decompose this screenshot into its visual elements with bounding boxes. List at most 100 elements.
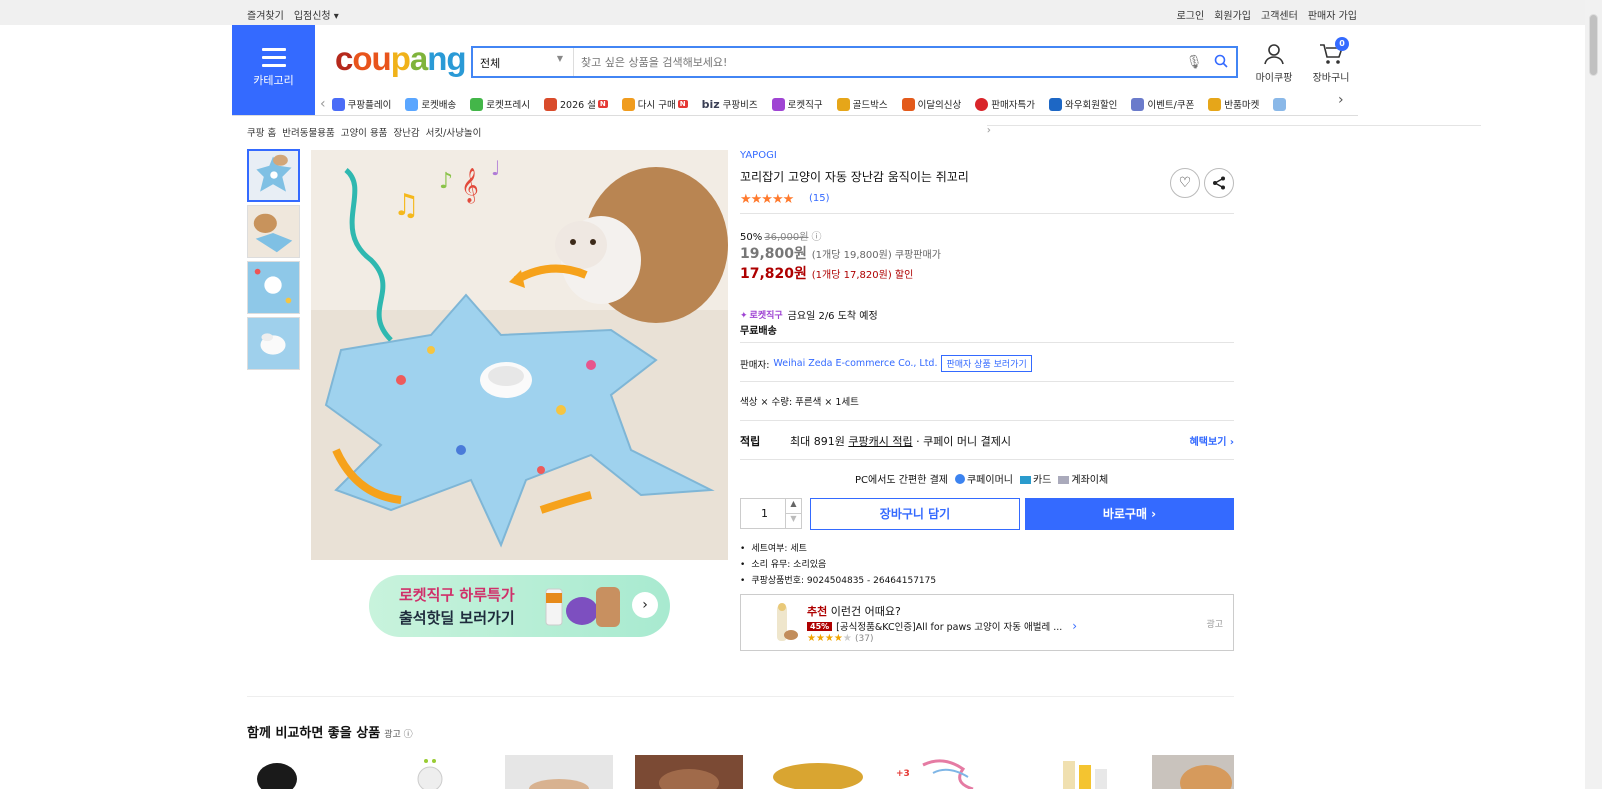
favorite-heart-button[interactable]: ♡ bbox=[1170, 168, 1200, 198]
breadcrumb-home[interactable]: 쿠팡 홈 bbox=[247, 125, 276, 139]
quicknav-item-rocket-global[interactable]: 로켓직구 bbox=[771, 97, 823, 111]
quicknav-item-coupang-play[interactable]: 쿠팡플레이 bbox=[331, 97, 391, 111]
market-icon bbox=[1208, 97, 1222, 111]
promo-products-image bbox=[545, 587, 620, 627]
divider bbox=[740, 420, 1234, 421]
compare-product-5[interactable] bbox=[764, 755, 872, 789]
login-link[interactable]: 로그인 bbox=[1177, 7, 1205, 22]
rocket-global-promo-banner[interactable]: 로켓직구 하루특가 출석핫딜 보러가기 › bbox=[369, 575, 670, 637]
card-icon bbox=[1019, 476, 1031, 484]
quantity-value[interactable]: 1 bbox=[761, 507, 768, 520]
breadcrumb-cat[interactable]: 고양이 용품 bbox=[341, 125, 388, 139]
thumbnail-4[interactable] bbox=[247, 317, 300, 370]
page-scrollbar[interactable] bbox=[1585, 0, 1602, 789]
coupay-money-option: 쿠페이머니 bbox=[954, 471, 1013, 486]
quicknav-item-new-arrivals[interactable]: 이달의신상 bbox=[901, 97, 961, 111]
breadcrumb-toys[interactable]: 장난감 bbox=[393, 125, 419, 139]
compare-ad-label[interactable]: 광고 ⓘ bbox=[384, 730, 412, 740]
seller-apply-link[interactable]: 입점신청 ▾ bbox=[294, 7, 339, 22]
search-scope-select[interactable]: 전체 ▼ bbox=[473, 48, 574, 76]
compare-product-7[interactable] bbox=[1023, 755, 1131, 789]
category-button[interactable]: 카테고리 bbox=[232, 25, 315, 115]
benefits-link[interactable]: 혜택보기 › bbox=[1190, 433, 1234, 448]
info-icon[interactable]: ⓘ bbox=[811, 232, 821, 243]
bank-transfer-option: 계좌이체 bbox=[1058, 471, 1108, 486]
heart-icon: ♡ bbox=[1178, 175, 1192, 191]
compare-product-2[interactable] bbox=[376, 755, 484, 789]
search-input[interactable] bbox=[574, 55, 1182, 69]
home-icon bbox=[621, 97, 635, 111]
brand-link[interactable]: YAPOGI bbox=[740, 150, 777, 161]
increase-quantity-button[interactable]: ▲ bbox=[785, 499, 801, 514]
rocket-global-badge: 로켓직구 bbox=[740, 308, 783, 321]
spec-product-number: 쿠팡상품번호: 9024504835 - 26464157175 bbox=[740, 573, 936, 586]
recommended-product[interactable]: 45% [공식정품&KC인증]All for paws 고양이 자동 애벌레 .… bbox=[807, 619, 1077, 633]
breadcrumb-circuit[interactable]: 서킷/사냥놀이 bbox=[426, 125, 482, 139]
quicknav-item-events[interactable]: 이벤트/쿠폰 bbox=[1131, 97, 1194, 111]
globe-icon bbox=[771, 97, 785, 111]
customer-center-link[interactable]: 고객센터 bbox=[1261, 7, 1298, 22]
coupay-icon bbox=[954, 474, 965, 484]
quicknav-item-seller-deals[interactable]: 판매자특가 bbox=[975, 97, 1035, 111]
chevron-right-icon[interactable]: › bbox=[1072, 619, 1077, 633]
search-icon[interactable] bbox=[1206, 54, 1236, 71]
recommendation-box[interactable]: 추천 이런건 어때요? 45% [공식정품&KC인증]All for paws … bbox=[740, 594, 1234, 651]
svg-text:♫: ♫ bbox=[393, 188, 420, 223]
breadcrumb-pets[interactable]: 반려동물용품 bbox=[282, 125, 334, 139]
thumbnail-list bbox=[247, 149, 300, 373]
quicknav-item-lunar-new-year[interactable]: 2026 설N bbox=[543, 97, 608, 111]
coupang-cash-link[interactable]: 쿠팡캐시 적립 bbox=[848, 435, 912, 448]
quicknav-item-coupang-biz[interactable]: biz 쿠팡비즈 bbox=[702, 97, 758, 112]
recommended-product-image bbox=[767, 601, 799, 645]
quicknav-item-rebuy[interactable]: 다시 구매 N bbox=[621, 97, 688, 111]
spec-list: 세트여부: 세트 소리 유무: 소리있음 쿠팡상품번호: 9024504835 … bbox=[740, 541, 936, 589]
coupang-logo[interactable]: coupang bbox=[335, 40, 467, 78]
review-count-link[interactable]: (15) bbox=[809, 193, 830, 204]
seller-signup-link[interactable]: 판매자 가입 bbox=[1308, 7, 1357, 22]
compare-product-8[interactable] bbox=[1152, 755, 1234, 789]
decrease-quantity-button[interactable]: ▼ bbox=[785, 514, 801, 529]
compare-product-6[interactable]: +3 bbox=[893, 755, 1001, 789]
divider bbox=[740, 381, 1234, 382]
buy-now-button[interactable]: 바로구매 › bbox=[1025, 498, 1234, 530]
breadcrumb: 쿠팡 홈 › 반려동물용품 › 고양이 용품 › 장난감 › 서킷/사냥놀이 bbox=[247, 125, 1481, 139]
quicknav-item-wow-discount[interactable]: 와우회원할인 bbox=[1048, 97, 1117, 111]
share-button[interactable] bbox=[1204, 168, 1234, 198]
share-icon bbox=[1213, 176, 1225, 190]
my-coupang-button[interactable]: 마이쿠팡 bbox=[1247, 43, 1301, 84]
promo-line-2: 출석핫딜 보러가기 bbox=[399, 609, 515, 627]
quicknav-item-rocket-fresh[interactable]: 로켓프레시 bbox=[470, 97, 530, 111]
spec-sound: 소리 유무: 소리있음 bbox=[740, 557, 936, 570]
microphone-icon[interactable]: 🎙 bbox=[1182, 55, 1206, 70]
quantity-stepper[interactable]: 1 ▲ ▼ bbox=[740, 498, 802, 529]
header-divider bbox=[232, 115, 1358, 116]
main-product-image[interactable]: ♫ 𝄞 ♪ ♩ bbox=[311, 150, 728, 560]
category-label: 카테고리 bbox=[253, 74, 294, 87]
original-price: 36,000원 bbox=[764, 232, 809, 243]
compare-product-4[interactable] bbox=[635, 755, 743, 789]
thumbnail-3[interactable] bbox=[247, 261, 300, 314]
seller-name-link[interactable]: Weihai Zeda E-commerce Co., Ltd. bbox=[773, 358, 937, 369]
thumbnail-2[interactable] bbox=[247, 205, 300, 258]
compare-product-3[interactable] bbox=[505, 755, 613, 789]
signup-link[interactable]: 회원가입 bbox=[1214, 7, 1251, 22]
bookmark-link[interactable]: 즐겨찾기 bbox=[247, 7, 284, 22]
chevron-left-icon[interactable]: ‹ bbox=[320, 96, 326, 112]
cart-button[interactable]: 0 장바구니 bbox=[1309, 37, 1353, 84]
user-icon bbox=[1264, 44, 1284, 65]
recommend-discount-badge: 45% bbox=[807, 621, 833, 631]
thumbnail-1[interactable] bbox=[247, 149, 300, 202]
play-icon bbox=[331, 97, 345, 111]
quicknav-item-return-market[interactable]: 반품마켓 bbox=[1208, 97, 1259, 111]
quicknav-item-rocket-delivery[interactable]: 로켓배송 bbox=[405, 97, 456, 111]
add-to-cart-button[interactable]: 장바구니 담기 bbox=[810, 498, 1020, 530]
reward-amount: 최대 891원 bbox=[790, 435, 845, 448]
scrollbar-thumb[interactable] bbox=[1589, 14, 1598, 76]
seller-products-button[interactable]: 판매자 상품 보러가기 bbox=[941, 355, 1032, 372]
new-badge: N bbox=[677, 100, 688, 108]
recommended-product-name[interactable]: [공식정품&KC인증]All for paws 고양이 자동 애벌레 ... bbox=[836, 619, 1062, 633]
delivery-info: 로켓직구 금요일 2/6 도착 예정 bbox=[740, 307, 878, 322]
chevron-right-icon[interactable]: › bbox=[1338, 92, 1344, 108]
quicknav-item-goldbox[interactable]: 골드박스 bbox=[836, 97, 888, 111]
compare-product-1[interactable] bbox=[247, 755, 355, 789]
